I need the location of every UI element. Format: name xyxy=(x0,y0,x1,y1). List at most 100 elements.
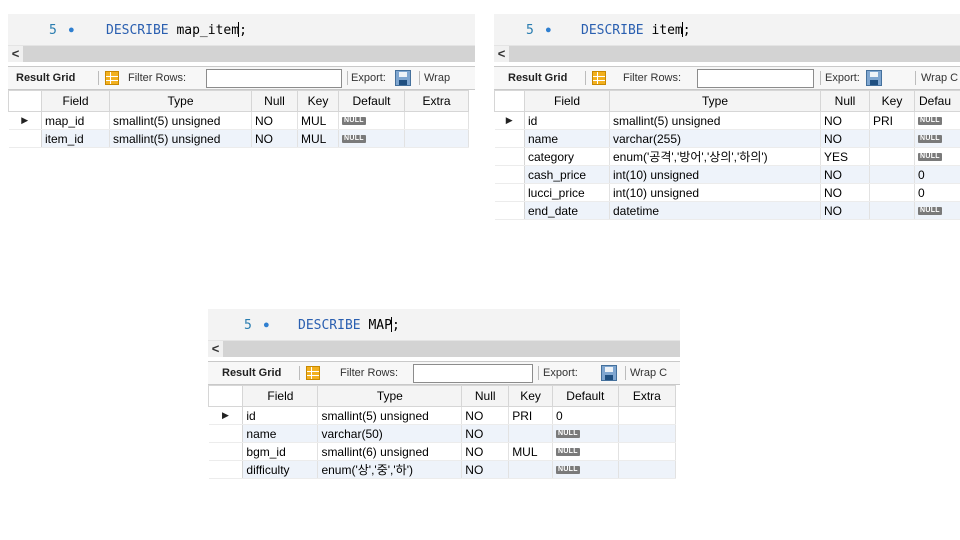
cell-null[interactable]: YES xyxy=(820,147,870,166)
cell-default[interactable]: 0 xyxy=(552,406,619,425)
filter-rows-input[interactable] xyxy=(413,364,533,383)
grid-icon[interactable] xyxy=(592,71,606,85)
cell-field[interactable]: end_date xyxy=(524,201,610,220)
horizontal-scrollbar[interactable]: < xyxy=(494,46,960,62)
table-row[interactable]: item_id smallint(5) unsigned NO MUL NULL xyxy=(8,129,469,148)
grid-icon[interactable] xyxy=(306,366,320,380)
cell-field[interactable]: difficulty xyxy=(242,460,319,479)
cell-key[interactable] xyxy=(869,165,915,184)
column-header[interactable]: Null xyxy=(251,90,298,112)
sql-editor[interactable]: 5 ● DESCRIBE MAP; xyxy=(208,309,680,341)
result-grid-tab[interactable]: Result Grid xyxy=(222,362,281,384)
cell-null[interactable]: NO xyxy=(461,460,510,479)
column-header[interactable]: Null xyxy=(461,385,510,407)
cell-field[interactable]: category xyxy=(524,147,610,166)
cell-type[interactable]: varchar(255) xyxy=(609,129,821,148)
cell-key[interactable] xyxy=(508,460,553,479)
cell-key[interactable]: PRI xyxy=(869,111,915,130)
column-header[interactable]: Extra xyxy=(617,385,677,407)
table-row[interactable]: name varchar(255) NO NULL xyxy=(494,129,960,148)
table-row[interactable]: name varchar(50) NO NULL xyxy=(208,424,677,443)
row-selector[interactable] xyxy=(494,165,525,184)
cell-extra[interactable] xyxy=(618,424,677,443)
row-selector[interactable] xyxy=(494,183,525,202)
cell-type[interactable]: enum('공격','방어','상의','하의') xyxy=(609,147,821,166)
cell-key[interactable] xyxy=(869,147,915,166)
column-header[interactable]: Field xyxy=(41,90,110,112)
table-row[interactable]: bgm_id smallint(6) unsigned NO MUL NULL xyxy=(208,442,677,461)
cell-default[interactable]: NULL xyxy=(914,129,960,148)
cell-key[interactable]: PRI xyxy=(508,406,553,425)
sql-editor[interactable]: 5 ● DESCRIBE item; xyxy=(494,14,960,46)
cell-extra[interactable] xyxy=(618,460,677,479)
row-selector[interactable] xyxy=(494,201,525,220)
cell-field[interactable]: id xyxy=(524,111,610,130)
row-selector[interactable] xyxy=(494,147,525,166)
cell-key[interactable]: MUL xyxy=(297,111,339,130)
cell-field[interactable]: item_id xyxy=(41,129,110,148)
filter-rows-input[interactable] xyxy=(206,69,342,88)
column-header[interactable]: Extra xyxy=(404,90,469,112)
cell-default[interactable]: NULL xyxy=(338,129,405,148)
cell-default[interactable]: NULL xyxy=(338,111,405,130)
cell-extra[interactable] xyxy=(404,111,469,130)
row-selector[interactable] xyxy=(8,129,42,148)
wrap-cell-toggle[interactable]: Wrap C xyxy=(921,67,958,89)
column-header[interactable]: Field xyxy=(524,90,610,112)
cell-default[interactable]: NULL xyxy=(914,111,960,130)
cell-field[interactable]: lucci_price xyxy=(524,183,610,202)
row-selector[interactable] xyxy=(208,442,244,461)
column-header[interactable]: Default xyxy=(551,385,619,407)
cell-type[interactable]: int(10) unsigned xyxy=(609,165,821,184)
scroll-left-arrow-icon[interactable]: < xyxy=(208,341,223,357)
cell-field[interactable]: cash_price xyxy=(524,165,610,184)
grid-icon[interactable] xyxy=(105,71,119,85)
export-save-icon[interactable] xyxy=(395,70,411,86)
cell-null[interactable]: NO xyxy=(461,442,510,461)
sql-statement[interactable]: DESCRIBE map_item; xyxy=(106,22,247,38)
cell-default[interactable]: 0 xyxy=(914,183,960,202)
cell-type[interactable]: smallint(5) unsigned xyxy=(609,111,821,130)
cell-key[interactable]: MUL xyxy=(508,442,553,461)
cell-extra[interactable] xyxy=(404,129,469,148)
cell-key[interactable] xyxy=(869,183,915,202)
row-selector[interactable] xyxy=(494,129,525,148)
cell-default[interactable]: NULL xyxy=(552,460,619,479)
sql-editor[interactable]: 5 ● DESCRIBE map_item; xyxy=(8,14,475,46)
cell-type[interactable]: smallint(6) unsigned xyxy=(317,442,463,461)
table-row[interactable]: ▶ id smallint(5) unsigned NO PRI 0 xyxy=(208,406,677,425)
column-header[interactable]: Null xyxy=(820,90,870,112)
cell-null[interactable]: NO xyxy=(251,129,298,148)
wrap-cell-toggle[interactable]: Wrap C xyxy=(630,362,667,384)
row-selector-header[interactable] xyxy=(208,385,244,407)
cell-type[interactable]: enum('상','중','하') xyxy=(317,460,463,479)
column-header[interactable]: Default xyxy=(338,90,405,112)
cell-field[interactable]: name xyxy=(524,129,610,148)
cell-null[interactable]: NO xyxy=(820,165,870,184)
row-selector[interactable] xyxy=(208,424,244,443)
cell-key[interactable] xyxy=(869,201,915,220)
export-save-icon[interactable] xyxy=(601,365,617,381)
cell-type[interactable]: smallint(5) unsigned xyxy=(109,111,252,130)
scroll-left-arrow-icon[interactable]: < xyxy=(8,46,23,62)
result-grid-tab[interactable]: Result Grid xyxy=(508,67,567,89)
cell-default[interactable]: NULL xyxy=(552,442,619,461)
table-row[interactable]: end_date datetime NO NULL xyxy=(494,201,960,220)
column-header[interactable]: Key xyxy=(297,90,339,112)
row-selector[interactable] xyxy=(208,460,244,479)
cell-field[interactable]: map_id xyxy=(41,111,110,130)
table-row[interactable]: lucci_price int(10) unsigned NO 0 xyxy=(494,183,960,202)
scroll-left-arrow-icon[interactable]: < xyxy=(494,46,509,62)
cell-field[interactable]: bgm_id xyxy=(242,442,319,461)
cell-type[interactable]: int(10) unsigned xyxy=(609,183,821,202)
column-header[interactable]: Type xyxy=(317,385,463,407)
horizontal-scrollbar[interactable]: < xyxy=(8,46,475,62)
cell-key[interactable] xyxy=(508,424,553,443)
row-selector-header[interactable] xyxy=(8,90,42,112)
cell-type[interactable]: smallint(5) unsigned xyxy=(109,129,252,148)
cell-null[interactable]: NO xyxy=(820,183,870,202)
export-save-icon[interactable] xyxy=(866,70,882,86)
row-selector-header[interactable] xyxy=(494,90,525,112)
filter-rows-input[interactable] xyxy=(697,69,814,88)
cell-extra[interactable] xyxy=(618,442,677,461)
